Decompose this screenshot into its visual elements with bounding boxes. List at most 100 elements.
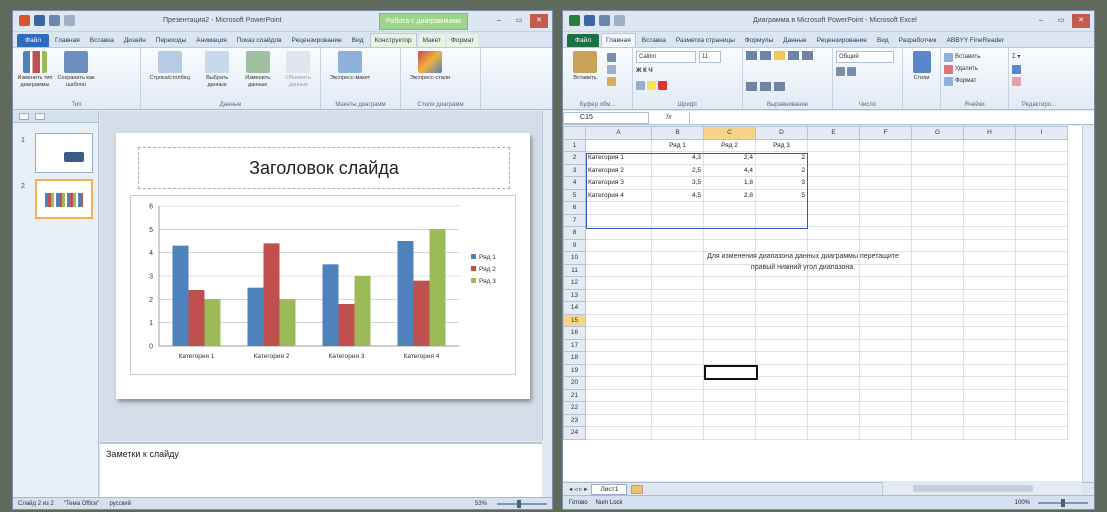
xl-tab-abbyy[interactable]: ABBYY FineReader: [943, 34, 1008, 47]
cell[interactable]: [755, 201, 808, 215]
cell[interactable]: [703, 276, 756, 290]
xl-tab-view[interactable]: Вид: [873, 34, 893, 47]
cell[interactable]: [963, 326, 1016, 340]
xl-minimize-icon[interactable]: –: [1032, 14, 1050, 28]
refresh-data-button[interactable]: Обновить данные: [279, 51, 317, 109]
cell[interactable]: [859, 351, 912, 365]
slides-tab-icon[interactable]: [19, 113, 29, 120]
cell[interactable]: [859, 301, 912, 315]
paste-button[interactable]: Вставить: [566, 51, 604, 109]
copy-button[interactable]: [607, 63, 616, 75]
row-header[interactable]: 5: [563, 188, 586, 202]
cell[interactable]: [1015, 213, 1068, 227]
cell[interactable]: [755, 313, 808, 327]
row-header[interactable]: 7: [563, 213, 586, 227]
slide-title-placeholder[interactable]: Заголовок слайда: [138, 147, 510, 189]
cell[interactable]: [651, 288, 704, 302]
cell[interactable]: [911, 163, 964, 177]
chart-frame[interactable]: 0 1 2 3 4 5 6 Категория 1 Категория 2 Категория 3…: [130, 195, 516, 375]
xl-tab-home[interactable]: Главная: [600, 33, 636, 47]
cell[interactable]: Категория 2: [585, 163, 652, 177]
cell[interactable]: [703, 326, 756, 340]
minimize-icon[interactable]: –: [490, 14, 508, 28]
wrap-text-icon[interactable]: [788, 51, 799, 60]
row-header[interactable]: 10: [563, 251, 586, 265]
cell[interactable]: [807, 301, 860, 315]
cell[interactable]: [963, 138, 1016, 152]
cell[interactable]: [651, 413, 704, 427]
cell[interactable]: [807, 388, 860, 402]
tab-transitions[interactable]: Переходы: [152, 34, 191, 47]
cell[interactable]: [651, 313, 704, 327]
cell[interactable]: [755, 276, 808, 290]
cell[interactable]: [1015, 301, 1068, 315]
cell[interactable]: [585, 226, 652, 240]
xl-tab-developer[interactable]: Разработчик: [895, 34, 941, 47]
align-top-icon[interactable]: [746, 51, 757, 60]
cell[interactable]: [807, 188, 860, 202]
cell[interactable]: [755, 213, 808, 227]
cell[interactable]: [807, 213, 860, 227]
cell[interactable]: [585, 276, 652, 290]
cell[interactable]: [859, 426, 912, 440]
insert-function-icon[interactable]: fx: [649, 114, 689, 121]
cell[interactable]: 4,3: [651, 151, 704, 165]
cell[interactable]: [911, 288, 964, 302]
redo-icon[interactable]: [64, 15, 75, 26]
cell[interactable]: [859, 326, 912, 340]
cell[interactable]: [911, 338, 964, 352]
cell[interactable]: [755, 226, 808, 240]
cell[interactable]: [963, 213, 1016, 227]
cell-grid[interactable]: A B C D E F G H I 1 Ряд 1 Ряд 2 Ряд 3 2 Катег…: [563, 126, 1068, 440]
tab-design[interactable]: Дизайн: [120, 34, 150, 47]
row-header[interactable]: 12: [563, 276, 586, 290]
cell[interactable]: [859, 213, 912, 227]
cell[interactable]: [911, 226, 964, 240]
cell[interactable]: [807, 413, 860, 427]
cell[interactable]: 3: [755, 176, 808, 190]
save-icon[interactable]: [34, 15, 45, 26]
close-icon[interactable]: ✕: [530, 14, 548, 28]
cut-button[interactable]: [607, 51, 616, 63]
cell[interactable]: [859, 413, 912, 427]
cell[interactable]: [585, 213, 652, 227]
cell[interactable]: [1015, 388, 1068, 402]
cell[interactable]: [859, 401, 912, 415]
cell[interactable]: [911, 276, 964, 290]
row-header[interactable]: 19: [563, 363, 586, 377]
delete-cells-button[interactable]: Удалить: [944, 63, 980, 75]
notes-pane[interactable]: Заметки к слайду: [100, 442, 542, 497]
cell[interactable]: [807, 313, 860, 327]
cell[interactable]: [859, 288, 912, 302]
cell[interactable]: [963, 226, 1016, 240]
column-header-a[interactable]: A: [585, 126, 652, 140]
switch-row-column-button[interactable]: Строка/столбец: [144, 51, 195, 109]
cell[interactable]: [807, 226, 860, 240]
cell[interactable]: [585, 413, 652, 427]
slide-canvas[interactable]: Заголовок слайда 0 1 2 3 4 5 6 Категория 1 Катег…: [116, 133, 530, 399]
cell[interactable]: [807, 163, 860, 177]
cell[interactable]: [963, 151, 1016, 165]
slide-vertical-scrollbar[interactable]: [542, 111, 552, 441]
cell[interactable]: [1015, 201, 1068, 215]
row-header[interactable]: 4: [563, 176, 586, 190]
tab-file[interactable]: Файл: [17, 34, 49, 47]
cell[interactable]: [703, 226, 756, 240]
cell[interactable]: [807, 363, 860, 377]
cell[interactable]: 2,8: [703, 188, 756, 202]
cell[interactable]: [911, 401, 964, 415]
row-header[interactable]: 22: [563, 401, 586, 415]
save-as-template-button[interactable]: Сохранить как шаблон: [57, 51, 95, 109]
align-left-icon[interactable]: [802, 51, 813, 60]
cell[interactable]: [859, 338, 912, 352]
row-header[interactable]: 16: [563, 326, 586, 340]
cell[interactable]: [859, 176, 912, 190]
column-header-b[interactable]: B: [651, 126, 704, 140]
cell[interactable]: [963, 413, 1016, 427]
cell[interactable]: [859, 226, 912, 240]
cell[interactable]: [585, 363, 652, 377]
cell[interactable]: [911, 301, 964, 315]
cell[interactable]: [1015, 413, 1068, 427]
cell[interactable]: [859, 376, 912, 390]
new-sheet-icon[interactable]: [631, 484, 644, 494]
